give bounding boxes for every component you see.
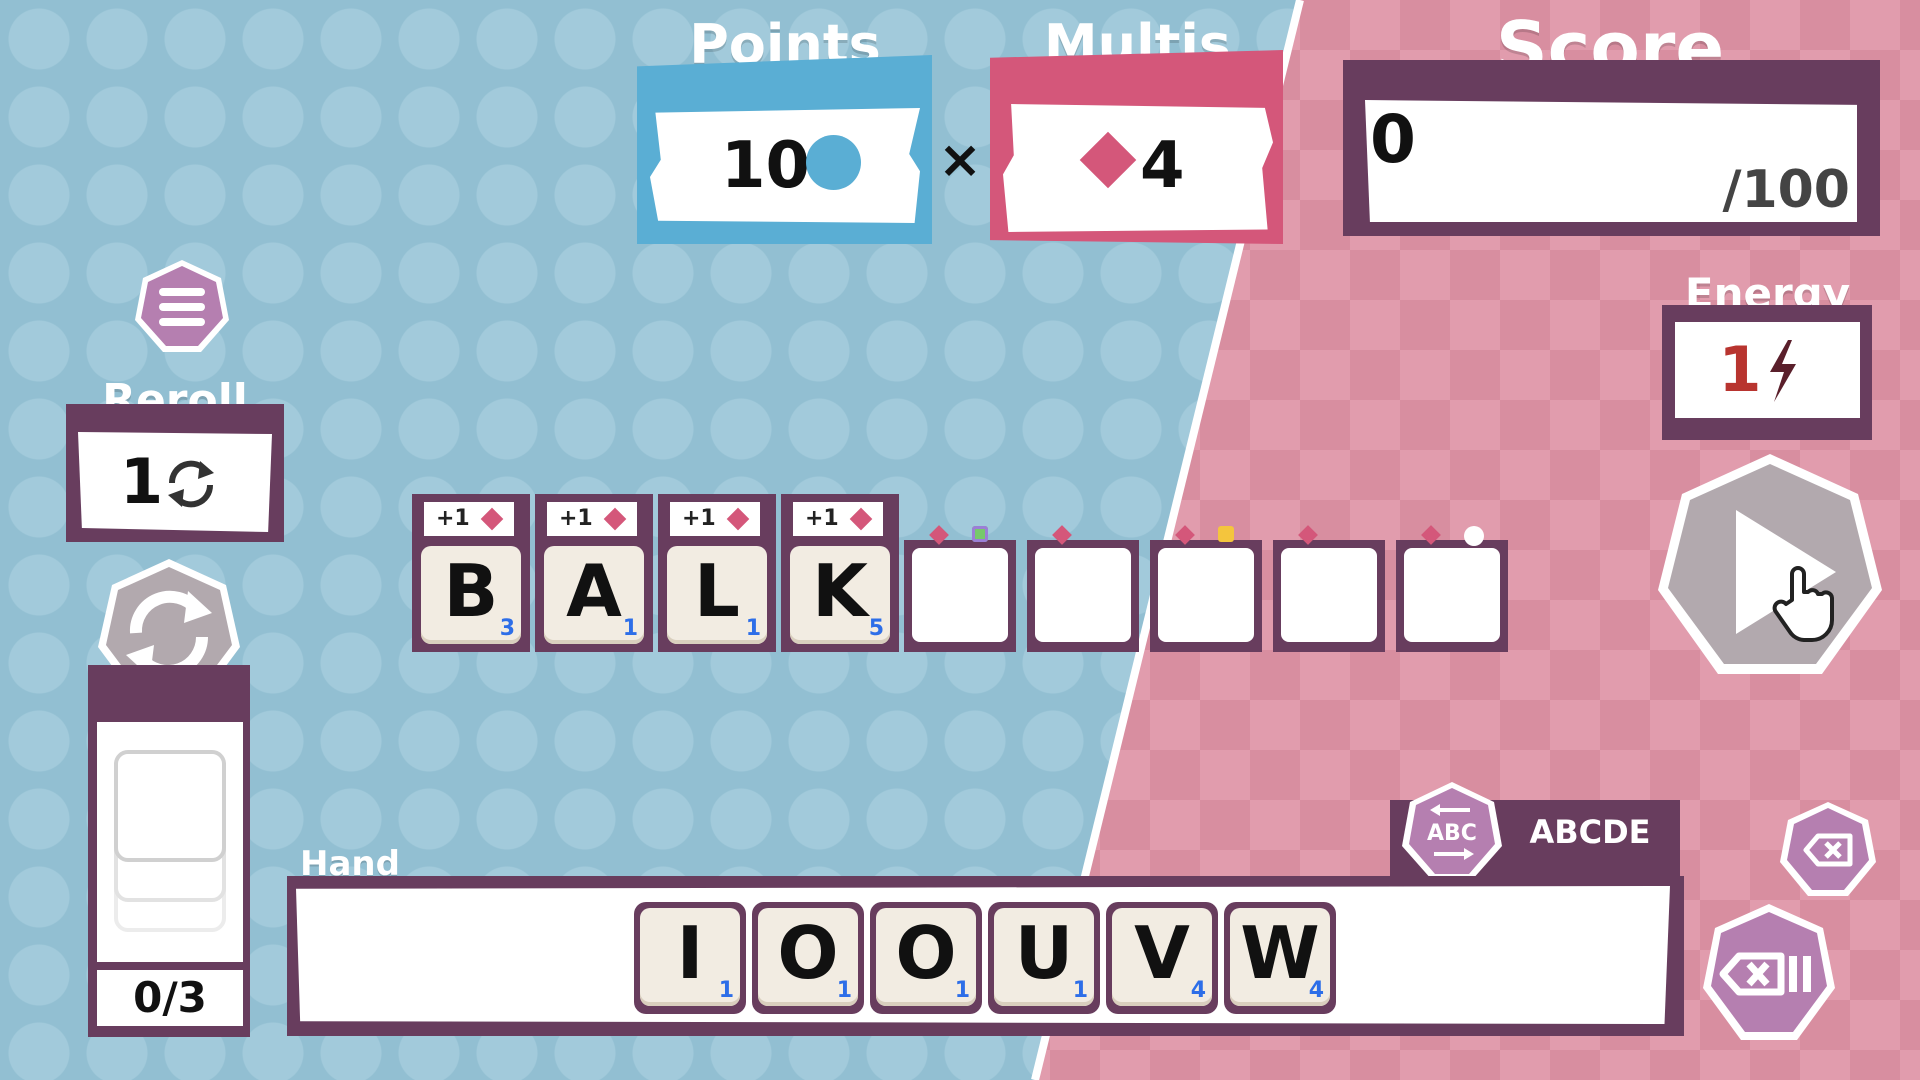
bonus-tag-label: +1 [559,506,593,531]
sort-mode-label: ABCDE [1529,813,1651,851]
multi-diamond-icon [480,507,504,531]
tile-points: 1 [836,978,852,1003]
play-button[interactable] [1650,450,1890,690]
tile-points: 1 [1072,978,1088,1003]
hand-letter-tile[interactable]: V4 [1112,908,1212,1006]
hand-letter-tile[interactable]: O1 [876,908,976,1006]
hand-letter-tile[interactable]: I1 [640,908,740,1006]
menu-button[interactable] [133,258,231,356]
clear-selection-button[interactable] [1778,800,1878,900]
tile-points: 1 [954,978,970,1003]
points-circle-icon [806,135,861,190]
bonus-tag: +1 [670,502,760,536]
slot-energy-icon [1464,526,1484,546]
energy-value: 1 [1718,333,1762,406]
hamburger-icon [159,288,205,326]
empty-word-slot[interactable] [1273,540,1385,652]
sort-button-label: ABC [1427,821,1477,846]
hand-letter-tile[interactable]: O1 [758,908,858,1006]
discard-button[interactable] [1695,900,1843,1048]
sort-button[interactable]: ABC [1400,780,1504,884]
word-letter-tile[interactable]: B3 [421,546,521,644]
score-value: 0 [1370,101,1416,178]
multi-diamond-icon [726,507,750,531]
multi-diamond-icon [849,507,873,531]
multi-diamond-icon [603,507,627,531]
empty-word-slot[interactable] [1027,540,1139,652]
hand-letter-tile[interactable]: U1 [994,908,1094,1006]
bonus-tag-label: +1 [436,506,470,531]
empty-word-slot-fill [1035,548,1131,642]
tile-points: 4 [1190,978,1206,1003]
bonus-tag-label: +1 [682,506,716,531]
empty-word-slot-fill [912,548,1008,642]
tile-points: 4 [1308,978,1324,1003]
word-letter-tile[interactable]: A1 [544,546,644,644]
word-letter-tile[interactable]: K5 [790,546,890,644]
tile-points: 1 [718,978,734,1003]
hand-letter-tile[interactable]: W4 [1230,908,1330,1006]
empty-word-slot[interactable] [904,540,1016,652]
tile-points: 3 [499,616,515,641]
multis-panel-inner [1003,104,1273,232]
slot-gem-icon [1218,526,1234,542]
discard-stack-card [114,750,226,862]
hand-panel-inner [296,886,1670,1024]
bonus-tag: +1 [547,502,637,536]
empty-word-slot[interactable] [1396,540,1508,652]
empty-word-slot-fill [1404,548,1500,642]
empty-word-slot[interactable] [1150,540,1262,652]
bonus-tag-label: +1 [805,506,839,531]
reroll-icon [168,460,214,508]
tile-points: 1 [745,616,761,641]
bonus-tag: +1 [424,502,514,536]
tile-points: 1 [622,616,638,641]
slot-gem-icon [972,526,988,542]
empty-word-slot-fill [1281,548,1377,642]
empty-word-slot-fill [1158,548,1254,642]
discards-counter: 0/3 [133,973,207,1022]
points-value: 10 [720,129,810,203]
times-sign: × [938,130,982,190]
multis-value: 4 [1140,129,1185,203]
tile-points: 5 [868,616,884,641]
word-letter-tile[interactable]: L1 [667,546,767,644]
lightning-icon [1770,340,1796,402]
reroll-value: 1 [120,445,164,518]
bonus-tag: +1 [793,502,883,536]
score-target: /100 [1722,160,1850,220]
